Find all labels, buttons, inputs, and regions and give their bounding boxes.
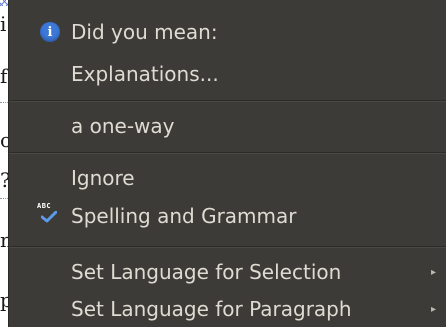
spellcheck-icon: ABC: [37, 202, 63, 230]
menu-item-suggestion[interactable]: a one-way: [9, 106, 446, 146]
document-text-fragment: i: [0, 12, 7, 36]
menu-item-label: Ignore: [71, 166, 135, 190]
screen: i f o ? n p i Did you mean: Explanations…: [0, 0, 446, 327]
menu-item-spelling-grammar[interactable]: ABC Spelling and Grammar: [9, 196, 446, 236]
menu-item-set-language-selection[interactable]: Set Language for Selection ▸: [9, 252, 446, 292]
checkmark-icon: [41, 211, 57, 223]
submenu-arrow-icon: ▸: [430, 266, 436, 278]
menu-separator: [9, 100, 446, 102]
document-text-fragment: f: [0, 64, 8, 88]
menu-item-label: Set Language for Paragraph: [71, 297, 352, 321]
context-menu: i Did you mean: Explanations... a one-wa…: [8, 0, 446, 327]
menu-item-did-you-mean: i Did you mean:: [9, 12, 446, 52]
menu-item-label: Did you mean:: [71, 20, 218, 44]
menu-separator: [9, 152, 446, 154]
menu-item-label: Spelling and Grammar: [71, 204, 297, 228]
menu-item-explanations[interactable]: Explanations...: [9, 54, 446, 94]
submenu-arrow-icon: ▸: [430, 303, 436, 315]
menu-item-label: Explanations...: [71, 62, 219, 86]
info-icon: i: [40, 22, 60, 42]
menu-item-ignore[interactable]: Ignore: [9, 158, 446, 198]
menu-separator: [9, 246, 446, 248]
menu-item-set-language-paragraph[interactable]: Set Language for Paragraph ▸: [9, 289, 446, 327]
menu-item-label: Set Language for Selection: [71, 260, 342, 284]
menu-item-label: a one-way: [71, 114, 175, 138]
